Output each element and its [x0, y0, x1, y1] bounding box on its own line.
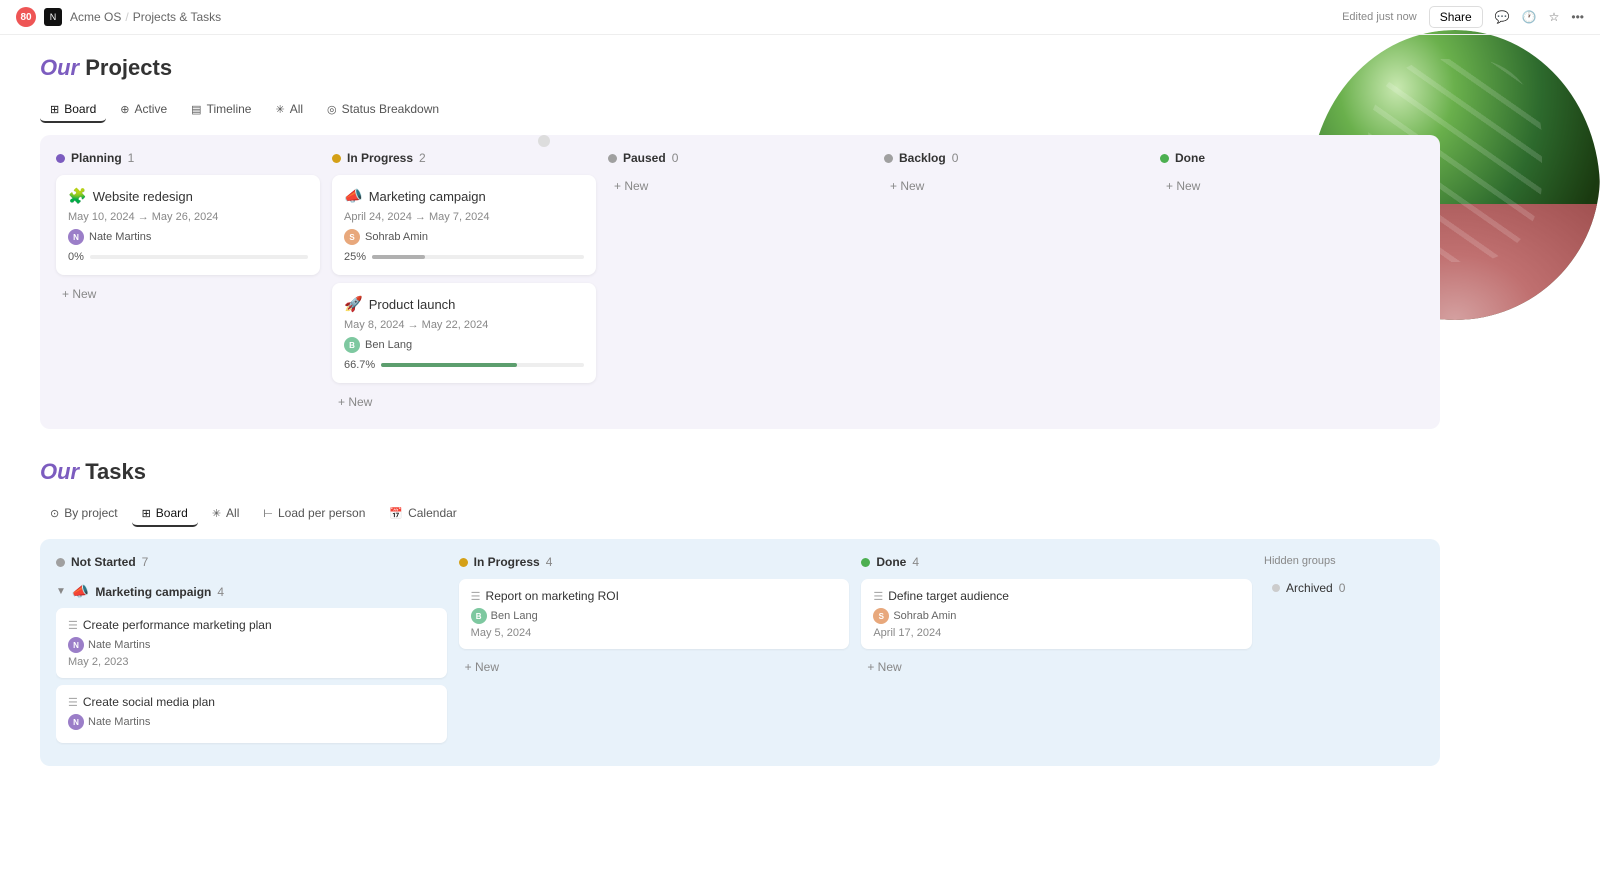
board-icon: ⊞: [50, 103, 59, 116]
breadcrumb: Acme OS / Projects & Tasks: [70, 10, 221, 24]
group-collapse-arrow[interactable]: ▼: [56, 586, 66, 597]
new-tasks-done[interactable]: + New: [861, 656, 1252, 678]
new-backlog[interactable]: + New: [884, 175, 1148, 197]
planning-dot: [56, 154, 65, 163]
logo: 80: [16, 7, 36, 27]
edited-status: Edited just now: [1342, 11, 1417, 23]
avatar-sohrab-task: S: [873, 608, 889, 624]
task-icon-audience: ☰: [873, 590, 883, 603]
task-card-perf-marketing: ☰ Create performance marketing plan N Na…: [56, 608, 447, 678]
tab-by-project[interactable]: ⊙By project: [40, 501, 128, 527]
minimize-board[interactable]: [538, 135, 550, 150]
task-icon-roi: ☰: [471, 590, 481, 603]
task-card-roi: ☰ Report on marketing ROI B Ben Lang May…: [459, 579, 850, 649]
done-dot: [1160, 154, 1169, 163]
new-paused[interactable]: + New: [608, 175, 872, 197]
tasks-all-icon: ✳: [212, 507, 221, 520]
tab-active[interactable]: ⊕Active: [110, 97, 177, 123]
main-content: Our Projects ⊞Board ⊕Active ▤Timeline ✳A…: [0, 35, 1480, 786]
task-card-target-audience: ☰ Define target audience S Sohrab Amin A…: [861, 579, 1252, 649]
progress-website: 0%: [68, 251, 308, 263]
col-header-inprogress: In Progress 2: [332, 151, 596, 165]
column-planning: Planning 1 🧩 Website redesign May 10, 20…: [56, 151, 320, 413]
tasks-col-not-started: Not Started 7 ▼ 📣 Marketing campaign 4 ☰…: [56, 555, 447, 750]
tasks-section: Our Tasks ⊙By project ⊞Board ✳All ⊢Load …: [40, 459, 1440, 766]
projects-title: Our Projects: [40, 55, 1440, 81]
column-paused: Paused 0 + New: [608, 151, 872, 413]
more-icon[interactable]: •••: [1571, 10, 1584, 24]
load-icon: ⊢: [263, 507, 273, 520]
column-done: Done + New: [1160, 151, 1424, 413]
avatar-nate-task: N: [68, 637, 84, 653]
comment-icon[interactable]: 💬: [1495, 10, 1510, 24]
archived-dot: [1272, 584, 1280, 592]
backlog-dot: [884, 154, 893, 163]
avatar-nate: N: [68, 229, 84, 245]
card-website-redesign: 🧩 Website redesign May 10, 2024 → May 26…: [56, 175, 320, 275]
tasks-title: Our Tasks: [40, 459, 1440, 485]
new-tasks-inprogress[interactable]: + New: [459, 656, 850, 678]
status-icon: ◎: [327, 103, 337, 116]
card-product-launch: 🚀 Product launch May 8, 2024 → May 22, 2…: [332, 283, 596, 383]
tasks-tab-bar: ⊙By project ⊞Board ✳All ⊢Load per person…: [40, 501, 1440, 527]
clock-icon[interactable]: 🕐: [1522, 10, 1537, 24]
tab-tasks-board[interactable]: ⊞Board: [132, 501, 198, 527]
avatar-ben-task: B: [471, 608, 487, 624]
avatar-nate-task2: N: [68, 714, 84, 730]
timeline-icon: ▤: [191, 103, 201, 116]
topbar-right: Edited just now Share 💬 🕐 ☆ •••: [1342, 6, 1584, 28]
tab-timeline[interactable]: ▤Timeline: [181, 97, 261, 123]
progress-marketing: 25%: [344, 251, 584, 263]
progress-product: 66.7%: [344, 359, 584, 371]
tab-calendar[interactable]: 📅Calendar: [379, 501, 466, 527]
by-project-icon: ⊙: [50, 507, 59, 520]
workspace-name: Acme OS: [70, 10, 121, 24]
tasks-board-icon: ⊞: [142, 507, 151, 520]
new-planning[interactable]: + New: [56, 283, 320, 305]
tab-all[interactable]: ✳All: [265, 97, 313, 123]
task-card-social-media: ☰ Create social media plan N Nate Martin…: [56, 685, 447, 743]
share-button[interactable]: Share: [1429, 6, 1483, 28]
tasks-col-in-progress: In Progress 4 ☰ Report on marketing ROI …: [459, 555, 850, 750]
task-icon2: ☰: [68, 696, 78, 709]
tasks-board-outer: Not Started 7 ▼ 📣 Marketing campaign 4 ☰…: [40, 539, 1440, 766]
hidden-group-archived: Archived 0: [1264, 575, 1424, 601]
inprogress-dot: [332, 154, 341, 163]
tab-status-breakdown[interactable]: ◎Status Breakdown: [317, 97, 449, 123]
col-header-planning: Planning 1: [56, 151, 320, 165]
avatar-ben: B: [344, 337, 360, 353]
breadcrumb-sep: /: [125, 10, 128, 24]
projects-board: Planning 1 🧩 Website redesign May 10, 20…: [56, 151, 1424, 413]
topbar: 80 N Acme OS / Projects & Tasks Edited j…: [0, 0, 1600, 35]
tab-tasks-all[interactable]: ✳All: [202, 501, 250, 527]
page-name: Projects & Tasks: [133, 10, 221, 24]
column-backlog: Backlog 0 + New: [884, 151, 1148, 413]
topbar-left: 80 N Acme OS / Projects & Tasks: [16, 7, 221, 27]
column-in-progress: In Progress 2 📣 Marketing campaign April…: [332, 151, 596, 413]
tasks-col-done: Done 4 ☰ Define target audience S Sohrab…: [861, 555, 1252, 750]
workspace-icon: N: [44, 8, 62, 26]
card-marketing-campaign: 📣 Marketing campaign April 24, 2024 → Ma…: [332, 175, 596, 275]
projects-board-container: Planning 1 🧩 Website redesign May 10, 20…: [40, 135, 1440, 429]
new-inprogress[interactable]: + New: [332, 391, 596, 413]
hidden-groups: Hidden groups Archived 0: [1264, 555, 1424, 750]
paused-dot: [608, 154, 617, 163]
calendar-icon: 📅: [389, 507, 403, 520]
assignee-nate: N Nate Martins: [68, 229, 308, 245]
group-header-marketing: ▼ 📣 Marketing campaign 4: [56, 579, 447, 608]
projects-tab-bar: ⊞Board ⊕Active ▤Timeline ✳All ◎Status Br…: [40, 97, 1440, 123]
card-title-website: 🧩 Website redesign: [68, 187, 308, 205]
new-done[interactable]: + New: [1160, 175, 1424, 197]
star-icon[interactable]: ☆: [1549, 10, 1560, 24]
tasks-board: Not Started 7 ▼ 📣 Marketing campaign 4 ☰…: [56, 555, 1424, 750]
tab-load-per-person[interactable]: ⊢Load per person: [253, 501, 375, 527]
tab-board[interactable]: ⊞Board: [40, 97, 106, 123]
avatar-sohrab: S: [344, 229, 360, 245]
active-icon: ⊕: [120, 103, 129, 116]
task-icon: ☰: [68, 619, 78, 632]
all-icon: ✳: [275, 103, 284, 116]
